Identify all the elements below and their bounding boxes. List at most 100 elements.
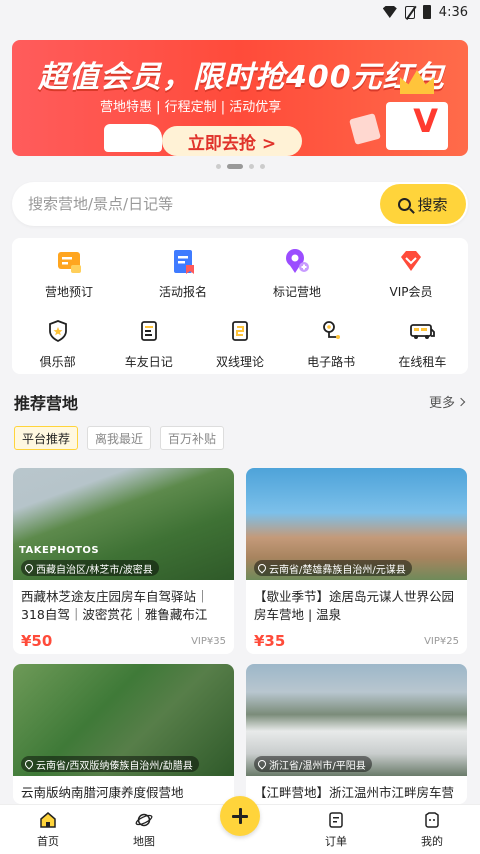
menu-item-camp-booking[interactable]: 营地预订 [12,246,126,300]
camp-photo: TAKEPHOTOS 西藏自治区/林芝市/波密县 [13,468,234,580]
location-pill: 西藏自治区/林芝市/波密县 [21,560,159,576]
nav-label: 我的 [421,834,443,848]
filter-chip-nearby[interactable]: 离我最近 [87,426,152,450]
nav-home[interactable]: 首页 [0,805,96,854]
location-pin-icon [23,562,35,574]
menu-label: 双线理论 [215,355,264,369]
vip-price: VIP¥35 [191,635,226,647]
chevron-right-icon [456,397,466,406]
crown-icon [400,70,434,94]
search-button-label: 搜索 [417,195,448,214]
nav-label: 订单 [325,834,347,848]
status-time: 4:36 [438,4,468,20]
menu-label: 标记营地 [272,285,321,299]
pagination-dot[interactable] [248,164,254,169]
bookmark-icon [168,246,198,276]
vip-letter: V [413,102,438,140]
search-icon [398,197,412,211]
filter-chip-subsidy[interactable]: 百万补贴 [160,426,225,450]
calendar-icon [54,246,84,276]
photo-watermark: TAKEPHOTOS [19,545,100,556]
camp-card[interactable]: 云南省/西双版纳傣族自治州/勐腊县 云南版纳南腊河康养度假营地 [13,664,234,804]
menu-item-e-roadbook[interactable]: 电子路书 [286,316,377,370]
menu-label: 活动报名 [158,285,207,299]
menu-item-dual-line-theory[interactable]: 双线理论 [194,316,285,370]
banner-pagination [0,164,480,169]
menu-label: 俱乐部 [39,355,76,369]
menu-label: 电子路书 [307,355,356,369]
more-label: 更多 [428,396,455,411]
price: ¥50 [21,632,53,650]
no-sim-icon [404,5,415,19]
nav-orders[interactable]: 订单 [288,805,384,854]
gift-box-illustration: V [349,70,448,150]
camp-title: 【江畔营地】浙江温州市江畔房车营 [254,785,455,800]
nav-map[interactable]: 地图 [96,805,192,854]
order-icon [329,811,343,828]
camp-card[interactable]: 云南省/楚雄彝族自治州/元谋县 【歇业季节】途居岛元谋人世界公园房车营地 | 温… [246,468,467,654]
rv-illustration [104,124,162,152]
nav-label: 首页 [37,834,59,848]
menu-item-online-rental[interactable]: 在线租车 [377,316,468,370]
location-pill: 云南省/楚雄彝族自治州/元谋县 [254,560,412,576]
location-pin-icon [256,758,268,770]
nav-profile[interactable]: 我的 [384,805,480,854]
menu-label: 营地预订 [44,285,93,299]
filter-chip-platform[interactable]: 平台推荐 [14,426,79,450]
route-icon [316,316,346,346]
rv-icon [407,316,437,346]
location-pin-icon [23,758,35,770]
search-input[interactable] [12,195,380,213]
banner-subtitle: 营地特惠 | 行程定制 | 活动优享 [100,100,282,115]
location-text: 云南省/西双版纳傣族自治州/勐腊县 [36,760,193,772]
camp-card[interactable]: TAKEPHOTOS 西藏自治区/林芝市/波密县 西藏林芝途友庄园房车自驾驿站｜… [13,468,234,654]
search-bar: 搜索 [12,182,468,226]
menu-item-event-signup[interactable]: 活动报名 [126,246,240,300]
more-link[interactable]: 更多 [428,392,466,411]
diary-icon [134,316,164,346]
promo-banner[interactable]: 超值会员，限时抢400元红包 营地特惠 | 行程定制 | 活动优享 立即去抢 >… [12,40,468,156]
menu-item-mark-camp[interactable]: 标记营地 [240,246,354,300]
vip-price: VIP¥25 [424,635,459,647]
camp-title: 【歇业季节】途居岛元谋人世界公园房车营地 | 温泉 [254,589,455,622]
camp-photo: 云南省/楚雄彝族自治州/元谋县 [246,468,467,580]
pagination-dot-active[interactable] [226,164,243,169]
location-pill: 云南省/西双版纳傣族自治州/勐腊县 [21,756,199,772]
location-text: 浙江省/温州市/平阳县 [269,760,366,772]
battery-icon [422,5,431,19]
menu-label: 在线租车 [398,355,447,369]
camp-title: 云南版纳南腊河康养度假营地 [21,785,184,800]
shield-star-icon [43,316,73,346]
search-button[interactable]: 搜索 [380,184,466,224]
profile-icon [425,811,439,828]
pagination-dot[interactable] [259,164,265,169]
menu-label: 车友日记 [124,355,173,369]
location-text: 云南省/楚雄彝族自治州/元谋县 [269,564,406,576]
section-title: 推荐营地 [14,394,79,413]
home-icon [40,811,56,828]
menu-label: VIP会员 [389,285,433,299]
wifi-icon [382,6,397,18]
location-text: 西藏自治区/林芝市/波密县 [36,564,153,576]
menu-item-club[interactable]: 俱乐部 [12,316,103,370]
quick-menu: 营地预订 活动报名 标记营地 VIP会员 俱乐部 车友日记 双线理论 电子路书 … [12,238,468,374]
gift-card-decoration [349,113,381,145]
plus-icon [232,808,248,824]
filter-chips: 平台推荐 离我最近 百万补贴 [14,426,225,450]
add-button[interactable] [220,796,260,836]
price: ¥35 [254,632,286,650]
camp-title: 西藏林芝途友庄园房车自驾驿站｜318自驾｜波密赏花｜雅鲁藏布江 [21,589,209,622]
menu-item-diary[interactable]: 车友日记 [103,316,194,370]
nav-label: 地图 [133,834,155,848]
book-icon [225,316,255,346]
status-bar: 4:36 [0,0,480,24]
pagination-dot[interactable] [215,164,221,169]
camp-photo: 云南省/西双版纳傣族自治州/勐腊县 [13,664,234,776]
camp-photo: 浙江省/温州市/平阳县 [246,664,467,776]
banner-cta-button[interactable]: 立即去抢 > [162,126,302,156]
diamond-icon [396,246,426,276]
menu-item-vip[interactable]: VIP会员 [354,246,468,300]
camp-card[interactable]: 浙江省/温州市/平阳县 【江畔营地】浙江温州市江畔房车营 [246,664,467,804]
location-pill: 浙江省/温州市/平阳县 [254,756,372,772]
planet-icon [135,813,153,826]
